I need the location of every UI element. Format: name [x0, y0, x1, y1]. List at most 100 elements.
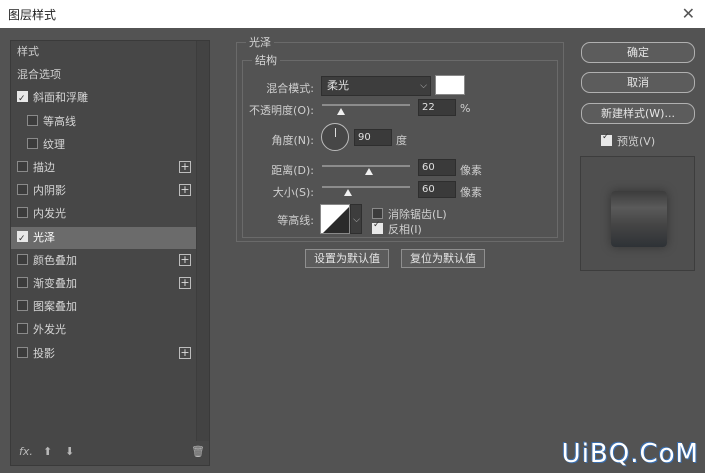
preview-object	[611, 191, 667, 247]
cancel-button[interactable]: 取消	[581, 72, 695, 93]
move-up-icon[interactable]: ⬆	[43, 445, 52, 458]
antialias-checkbox-box[interactable]	[372, 208, 383, 219]
style-item-checkbox[interactable]	[17, 277, 28, 288]
close-icon[interactable]: ✕	[682, 4, 695, 23]
preview-checkbox[interactable]: 预览(V)	[601, 132, 656, 149]
style-list-scrollbar[interactable]	[196, 41, 209, 441]
style-item-1[interactable]: 混合选项	[11, 64, 197, 86]
style-item-checkbox[interactable]	[27, 137, 38, 149]
new-style-button[interactable]: 新建样式(W)...	[581, 103, 695, 124]
angle-dial[interactable]	[321, 123, 349, 151]
style-item-label: 光泽	[33, 230, 55, 244]
style-item-checkbox[interactable]	[27, 114, 38, 126]
watermark-logo: UiBQ.CoM	[561, 439, 699, 469]
add-effect-icon[interactable]: +	[179, 346, 191, 359]
style-item-label: 投影	[33, 346, 55, 360]
ok-button[interactable]: 确定	[581, 42, 695, 63]
style-item-label: 内阴影	[33, 184, 66, 198]
contour-picker[interactable]	[320, 204, 350, 234]
contour-label: 等高线:	[277, 214, 314, 227]
move-down-icon[interactable]: ⬇	[65, 445, 74, 458]
opacity-input[interactable]: 22	[418, 99, 456, 116]
style-item-10[interactable]: 渐变叠加 +	[11, 273, 197, 295]
distance-slider-track[interactable]	[322, 165, 410, 167]
angle-input[interactable]: 90	[354, 129, 392, 146]
size-input[interactable]: 60	[418, 181, 456, 198]
distance-unit: 像素	[460, 164, 482, 177]
style-item-label: 混合选项	[17, 68, 61, 82]
style-item-label: 纹理	[43, 137, 65, 151]
style-item-label: 样式	[17, 45, 39, 58]
contour-dropdown[interactable]: ⌵	[350, 204, 362, 234]
fx-icon[interactable]: fx.	[19, 445, 33, 458]
style-item-3[interactable]: 等高线	[11, 111, 197, 133]
style-item-checkbox[interactable]	[17, 228, 28, 250]
opacity-slider-track[interactable]	[322, 104, 410, 106]
style-item-6[interactable]: 内阴影 +	[11, 180, 197, 202]
chevron-down-icon: ⌵	[420, 81, 427, 91]
style-item-label: 颜色叠加	[33, 253, 77, 267]
trash-icon[interactable]: 🗑	[191, 445, 205, 458]
angle-label: 角度(N):	[271, 134, 314, 147]
chevron-down-icon: ⌵	[353, 215, 360, 225]
invert-label: 反相(I)	[388, 223, 422, 236]
style-item-checkbox[interactable]	[17, 161, 28, 172]
preview-label: 预览(V)	[617, 135, 656, 148]
style-item-label: 外发光	[33, 323, 66, 337]
angle-unit: 度	[396, 134, 407, 147]
style-item-checkbox[interactable]	[17, 300, 28, 312]
style-item-checkbox[interactable]	[17, 207, 28, 219]
style-item-checkbox[interactable]	[17, 184, 28, 196]
opacity-label: 不透明度(O):	[249, 104, 314, 117]
add-effect-icon[interactable]: +	[179, 161, 191, 173]
size-label: 大小(S):	[272, 186, 314, 199]
style-item-label: 斜面和浮雕	[33, 91, 88, 105]
style-item-4[interactable]: 纹理	[11, 134, 197, 156]
contour-curve-icon	[323, 207, 349, 233]
style-item-checkbox[interactable]	[17, 323, 28, 335]
title-bar: 图层样式 ✕	[0, 0, 705, 28]
style-item-12[interactable]: 外发光	[11, 319, 197, 341]
style-item-5[interactable]: 描边 +	[11, 157, 197, 179]
set-default-button[interactable]: 设置为默认值	[305, 249, 389, 268]
size-slider-track[interactable]	[322, 186, 410, 188]
style-item-11[interactable]: 图案叠加	[11, 296, 197, 318]
preview-checkbox-box[interactable]	[601, 132, 612, 146]
antialias-checkbox[interactable]: 消除锯齿(L)	[372, 206, 447, 222]
add-effect-icon[interactable]: +	[179, 277, 191, 289]
style-item-0[interactable]: 样式	[11, 41, 197, 63]
blend-mode-value: 柔光	[327, 79, 349, 92]
style-item-label: 图案叠加	[33, 300, 77, 314]
style-list-toolbar: fx. ⬆ ⬇ 🗑	[11, 441, 209, 465]
distance-input[interactable]: 60	[418, 159, 456, 176]
add-effect-icon[interactable]: +	[179, 184, 191, 197]
size-slider-thumb[interactable]	[344, 189, 352, 196]
distance-label: 距离(D):	[271, 164, 314, 177]
size-unit: 像素	[460, 186, 482, 199]
window-title: 图层样式	[8, 8, 57, 22]
style-item-checkbox[interactable]	[17, 346, 28, 358]
style-item-checkbox[interactable]	[17, 88, 28, 110]
style-item-9[interactable]: 颜色叠加 +	[11, 250, 197, 272]
opacity-slider-thumb[interactable]	[337, 108, 346, 115]
style-item-checkbox[interactable]	[17, 253, 28, 265]
opacity-unit: %	[460, 102, 471, 115]
reset-default-button[interactable]: 复位为默认值	[401, 249, 485, 268]
style-item-13[interactable]: 投影 +	[11, 343, 197, 365]
blend-mode-select[interactable]: 柔光 ⌵	[321, 76, 431, 96]
satin-color-swatch[interactable]	[435, 75, 465, 95]
structure-group-title: 结构	[252, 52, 280, 68]
style-item-8[interactable]: 光泽	[11, 226, 197, 250]
style-item-label: 描边	[33, 161, 55, 174]
style-item-7[interactable]: 内发光	[11, 203, 197, 225]
satin-group-title: 光泽	[246, 34, 274, 50]
blend-mode-label: 混合模式:	[266, 82, 314, 95]
style-item-label: 渐变叠加	[33, 277, 77, 290]
add-effect-icon[interactable]: +	[179, 253, 191, 266]
invert-checkbox-box[interactable]	[372, 220, 383, 234]
distance-slider-thumb[interactable]	[365, 168, 373, 175]
invert-checkbox[interactable]: 反相(I)	[372, 220, 422, 237]
style-item-2[interactable]: 斜面和浮雕	[11, 87, 197, 110]
antialias-label: 消除锯齿(L)	[388, 208, 447, 221]
style-preview-thumbnail	[580, 156, 695, 271]
